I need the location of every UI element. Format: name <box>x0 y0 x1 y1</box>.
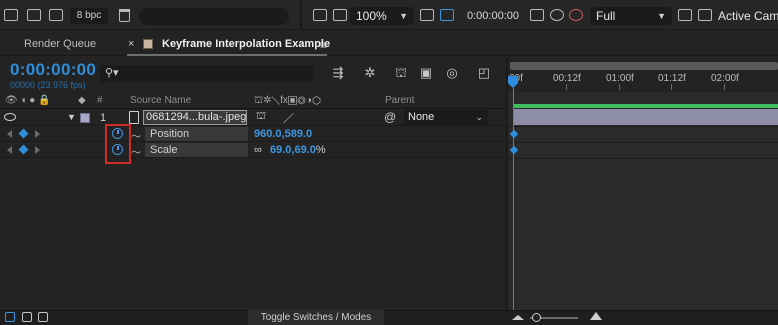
timeline-bottom-bar <box>0 310 778 325</box>
layer-source-name[interactable]: 0681294...bula-.jpeg <box>143 110 247 125</box>
next-keyframe-icon[interactable] <box>35 146 40 154</box>
in-out-pane-icon[interactable] <box>38 312 48 322</box>
new-composition-icon[interactable] <box>49 9 63 21</box>
current-time-indicator-line[interactable] <box>513 88 514 310</box>
av-features-header-icons: 👁 ◖ ● 🔒 <box>5 95 51 106</box>
property-name: Scale <box>150 144 178 156</box>
ruler-label: 01:00f <box>606 73 634 84</box>
toggle-switches-modes-button[interactable]: Toggle Switches / Modes <box>248 310 384 325</box>
ruler-label: 00:12f <box>553 73 581 84</box>
ruler-label: 01:12f <box>658 73 686 84</box>
composition-duration-bar <box>514 104 778 108</box>
zoom-level-value: 100% <box>356 9 387 23</box>
toolbar-divider <box>300 0 302 30</box>
panel-menu-icon[interactable]: ≡ <box>320 38 327 52</box>
composition-swatch-icon <box>143 39 153 49</box>
always-preview-icon[interactable] <box>313 9 327 21</box>
scale-unit: % <box>315 144 326 156</box>
constrain-proportions-link-icon[interactable]: ∞ <box>254 144 262 156</box>
transfer-controls-pane-icon[interactable] <box>22 312 32 322</box>
zoom-out-mountain-icon[interactable] <box>512 315 524 320</box>
search-icon: ⚲▾ <box>105 67 119 79</box>
parent-value: None <box>408 111 435 123</box>
track-divider <box>508 142 778 143</box>
layer-search-input[interactable]: ⚲▾ <box>100 65 313 82</box>
layer-label-color[interactable] <box>80 113 90 123</box>
grid-guides-icon[interactable] <box>420 9 434 21</box>
work-area-bar[interactable] <box>510 62 778 70</box>
parent-pickwhip-icon[interactable]: @ <box>384 110 396 124</box>
bit-depth-button[interactable]: 8 bpc <box>70 8 108 24</box>
active-tab-indicator <box>127 54 327 56</box>
graph-editor-icon[interactable]: ◰ <box>476 66 492 80</box>
video-visibility-eye-icon[interactable] <box>4 113 16 121</box>
resolution-select[interactable]: Full ▼ <box>590 7 672 25</box>
source-name-column-header[interactable]: Source Name <box>130 95 191 106</box>
motion-blur-icon[interactable]: ◎ <box>444 66 460 80</box>
graph-icon[interactable]: 〜 <box>131 128 141 143</box>
snapshot-camera-icon[interactable] <box>530 9 544 21</box>
draft-3d-icon[interactable]: ✲ <box>362 66 378 80</box>
parent-column-header[interactable]: Parent <box>385 95 414 106</box>
frame-count-fps: 00000 (23.976 fps) <box>10 80 86 90</box>
pane-divider[interactable] <box>506 58 508 310</box>
ruler-tick <box>566 84 567 90</box>
viewer-toolbar: 8 bpc 100% ▼ 0:00:00:00 Full ▼ Active Ca… <box>0 0 778 30</box>
scale-value: 69.0,69.0 <box>270 144 316 156</box>
chevron-down-icon: ▼ <box>657 11 666 21</box>
viewer-timecode[interactable]: 0:00:00:00 <box>467 8 519 24</box>
active-camera-select[interactable]: Active Cam <box>718 7 778 25</box>
property-value[interactable]: 960.0,589.0 <box>254 128 312 140</box>
parent-select[interactable]: None ⌄ <box>404 110 488 125</box>
tab-render-queue[interactable]: Render Queue <box>24 38 96 50</box>
region-of-interest-icon[interactable] <box>678 9 692 21</box>
number-column-header[interactable]: # <box>97 95 103 106</box>
tab-composition[interactable]: Keyframe Interpolation Example <box>162 38 330 50</box>
show-snapshot-icon[interactable] <box>550 9 564 21</box>
zoom-in-mountain-icon[interactable] <box>590 312 602 320</box>
previous-keyframe-icon[interactable] <box>7 146 12 154</box>
frame-blending-icon[interactable]: ▣ <box>418 66 434 80</box>
monitor-icon[interactable] <box>333 9 347 21</box>
track-divider <box>508 158 778 159</box>
property-value[interactable]: 69.0,69.0% <box>270 144 326 156</box>
comp-flowchart-icon[interactable] <box>4 9 18 21</box>
layer-switches-pane-icon[interactable] <box>5 312 15 322</box>
label-header-icon[interactable]: ◆ <box>78 95 86 106</box>
ruler-tick <box>671 84 672 90</box>
current-time-display[interactable]: 0:00:00:00 <box>10 60 96 80</box>
magnification-select[interactable]: 100% ▼ <box>350 7 414 25</box>
chevron-down-icon: ⌄ <box>475 112 483 122</box>
panel-tab-bar <box>0 30 778 56</box>
quality-switch-icon[interactable]: ／ <box>283 110 294 126</box>
property-name: Position <box>150 128 190 140</box>
ruler-tick <box>724 84 725 90</box>
trash-icon[interactable] <box>119 9 130 22</box>
time-zoom-slider-thumb[interactable] <box>532 313 541 322</box>
show-channel-icon[interactable] <box>569 9 583 21</box>
project-search-pill[interactable] <box>139 8 289 25</box>
resolution-value: Full <box>596 9 616 23</box>
stopwatch-highlight-box <box>105 124 131 164</box>
layer-duration-bar[interactable] <box>514 109 778 125</box>
shy-switch-icon[interactable]: ⛫ <box>256 110 266 124</box>
chevron-down-icon: ▼ <box>399 11 408 21</box>
track-divider <box>508 126 778 127</box>
next-keyframe-icon[interactable] <box>35 130 40 138</box>
layer-expand-triangle-icon[interactable]: ▼ <box>67 112 76 122</box>
ruler-tick <box>619 84 620 90</box>
folder-icon[interactable] <box>27 9 41 21</box>
composition-mini-flowchart-icon[interactable]: ⇶ <box>330 66 346 80</box>
layer-number: 1 <box>100 112 107 124</box>
mask-visibility-icon[interactable] <box>440 9 454 21</box>
graph-icon[interactable]: 〜 <box>131 144 141 159</box>
ruler-label: 02:00f <box>711 73 739 84</box>
shy-layers-icon[interactable]: ⛫ <box>393 66 409 80</box>
footage-file-icon <box>129 111 139 124</box>
transparency-grid-icon[interactable] <box>698 9 712 21</box>
close-tab-icon[interactable]: × <box>128 38 134 50</box>
previous-keyframe-icon[interactable] <box>7 130 12 138</box>
switches-header-icons: ⛫✲⟍fx▣◎◑⬡ <box>254 95 322 106</box>
